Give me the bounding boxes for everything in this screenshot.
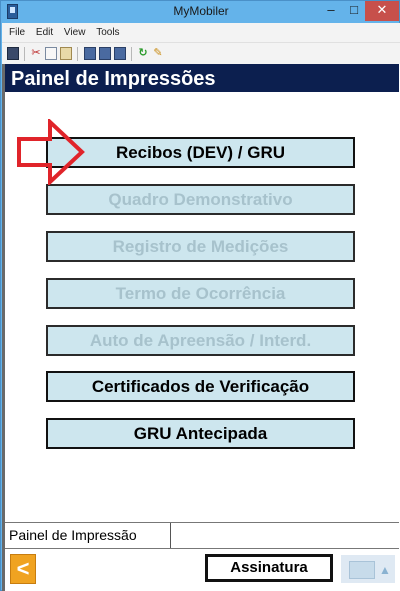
- page-title: Painel de Impressões: [5, 64, 399, 94]
- keyboard-button[interactable]: ▲: [341, 555, 395, 583]
- copy-icon[interactable]: [45, 47, 57, 60]
- recibos-button[interactable]: Recibos (DEV) / GRU: [46, 137, 355, 168]
- window-icon[interactable]: [84, 47, 96, 60]
- menu-view[interactable]: View: [64, 23, 86, 42]
- termo-ocorrencia-button[interactable]: Termo de Ocorrência: [46, 278, 355, 309]
- toolbar-divider: [24, 47, 25, 61]
- keyboard-icon: [349, 561, 375, 579]
- back-button[interactable]: <: [10, 554, 36, 584]
- toolbar-divider: [131, 47, 132, 61]
- assinatura-button[interactable]: Assinatura: [205, 554, 333, 582]
- refresh-icon[interactable]: ↻: [137, 47, 149, 60]
- app-window: MyMobiler – □ ✕ File Edit View Tools ✂ ↻…: [0, 0, 400, 591]
- close-button[interactable]: ✕: [365, 1, 399, 21]
- title-bar: MyMobiler – □ ✕: [1, 1, 400, 23]
- window-icon[interactable]: [114, 47, 126, 60]
- minimize-button[interactable]: –: [319, 1, 343, 21]
- menu-bar: File Edit View Tools: [2, 23, 400, 42]
- window-icon[interactable]: [99, 47, 111, 60]
- status-label: Painel de Impressão: [9, 527, 137, 543]
- registro-medicoes-button[interactable]: Registro de Medições: [46, 231, 355, 262]
- menu-tools[interactable]: Tools: [96, 23, 119, 42]
- paste-icon[interactable]: [60, 47, 72, 60]
- status-field: [170, 523, 399, 548]
- quadro-demonstrativo-button[interactable]: Quadro Demonstrativo: [46, 184, 355, 215]
- brush-icon[interactable]: ✎: [152, 47, 164, 60]
- gru-antecipada-button[interactable]: GRU Antecipada: [46, 418, 355, 449]
- menu-edit[interactable]: Edit: [36, 23, 53, 42]
- certificados-verificacao-button[interactable]: Certificados de Verificação: [46, 371, 355, 402]
- cut-icon[interactable]: ✂: [30, 47, 42, 60]
- toolbar-divider: [77, 47, 78, 61]
- menu-file[interactable]: File: [9, 23, 25, 42]
- auto-apreensao-button[interactable]: Auto de Apreensão / Interd.: [46, 325, 355, 356]
- red-arrow-icon: [17, 119, 85, 185]
- caret-up-icon: ▲: [379, 563, 391, 577]
- bottom-bar: < Assinatura ▲: [5, 548, 399, 591]
- device-icon[interactable]: [7, 47, 19, 60]
- status-row: Painel de Impressão: [5, 522, 399, 548]
- toolbar: ✂ ↻ ✎: [2, 42, 400, 65]
- maximize-button[interactable]: □: [343, 1, 365, 21]
